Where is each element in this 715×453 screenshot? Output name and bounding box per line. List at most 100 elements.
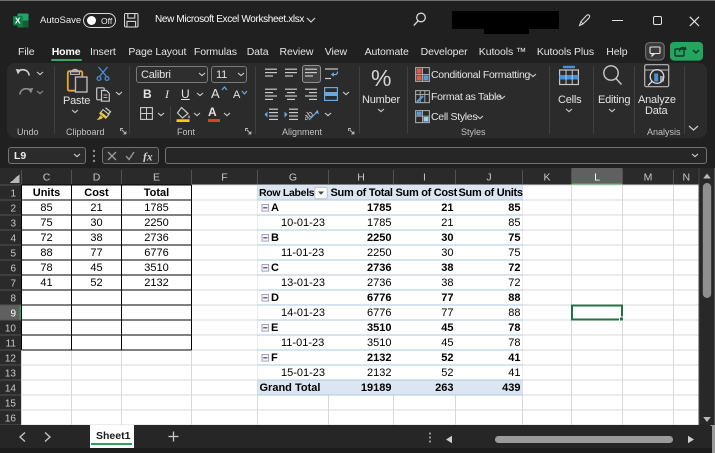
svg-text:L: L — [594, 172, 600, 184]
svg-text:10-01-23: 10-01-23 — [281, 217, 325, 229]
svg-text:85: 85 — [508, 217, 520, 229]
svg-text:88: 88 — [40, 247, 52, 259]
svg-text:1785: 1785 — [367, 202, 391, 214]
svg-text:2132: 2132 — [144, 277, 168, 289]
svg-text:78: 78 — [508, 337, 520, 349]
svg-text:78: 78 — [40, 262, 52, 274]
svg-text:Grand Total: Grand Total — [260, 382, 321, 394]
svg-text:38: 38 — [441, 277, 453, 289]
svg-text:2736: 2736 — [144, 232, 168, 244]
svg-text:E: E — [271, 322, 278, 334]
svg-text:41: 41 — [40, 277, 52, 289]
svg-text:41: 41 — [508, 367, 520, 379]
svg-text:1: 1 — [10, 188, 16, 199]
svg-text:H: H — [357, 172, 365, 184]
svg-text:77: 77 — [90, 247, 102, 259]
svg-text:72: 72 — [40, 232, 52, 244]
svg-text:77: 77 — [441, 292, 453, 304]
svg-text:6776: 6776 — [367, 292, 391, 304]
svg-text:D: D — [271, 292, 279, 304]
svg-text:1785: 1785 — [144, 202, 168, 214]
svg-text:J: J — [486, 172, 491, 184]
svg-text:16: 16 — [5, 413, 17, 424]
svg-text:72: 72 — [508, 262, 520, 274]
svg-text:D: D — [93, 172, 101, 184]
svg-text:2250: 2250 — [144, 217, 168, 229]
svg-text:fx: fx — [143, 151, 153, 162]
svg-text:30: 30 — [441, 247, 453, 259]
svg-text:78: 78 — [508, 322, 520, 334]
svg-text:Row Labels: Row Labels — [259, 187, 315, 199]
svg-text:1785: 1785 — [367, 217, 391, 229]
svg-text:G: G — [289, 172, 297, 184]
svg-text:15-01-23: 15-01-23 — [281, 367, 325, 379]
svg-text:30: 30 — [441, 232, 453, 244]
svg-text:10: 10 — [5, 323, 17, 334]
svg-text:K: K — [543, 172, 550, 184]
svg-text:I: I — [423, 172, 426, 184]
svg-text:4: 4 — [10, 233, 16, 244]
svg-text:Sum of Cost: Sum of Cost — [396, 187, 458, 199]
svg-text:3510: 3510 — [367, 337, 391, 349]
svg-text:88: 88 — [508, 307, 520, 319]
svg-text:77: 77 — [441, 307, 453, 319]
svg-text:2132: 2132 — [367, 367, 391, 379]
svg-text:52: 52 — [90, 277, 102, 289]
svg-text:3: 3 — [10, 218, 16, 229]
svg-text:14-01-23: 14-01-23 — [281, 307, 325, 319]
svg-text:C: C — [43, 172, 51, 184]
svg-text:3510: 3510 — [144, 262, 168, 274]
svg-text:38: 38 — [441, 262, 453, 274]
svg-text:12: 12 — [5, 353, 17, 364]
svg-text:6: 6 — [10, 263, 16, 274]
svg-text:75: 75 — [508, 232, 520, 244]
svg-text:6776: 6776 — [144, 247, 168, 259]
svg-text:2250: 2250 — [367, 247, 391, 259]
svg-text:45: 45 — [90, 262, 102, 274]
svg-text:Cost: Cost — [84, 187, 109, 199]
svg-text:30: 30 — [90, 217, 102, 229]
svg-text:6776: 6776 — [367, 307, 391, 319]
svg-text:52: 52 — [441, 352, 453, 364]
svg-text:11: 11 — [6, 338, 17, 349]
svg-text:13-01-23: 13-01-23 — [281, 277, 325, 289]
svg-text:13: 13 — [5, 368, 17, 379]
svg-text:263: 263 — [435, 382, 453, 394]
svg-text:2736: 2736 — [367, 262, 391, 274]
svg-text:85: 85 — [40, 202, 52, 214]
svg-text:M: M — [644, 172, 653, 184]
svg-text:B: B — [271, 232, 279, 244]
svg-text:C: C — [271, 262, 279, 274]
svg-text:F: F — [271, 352, 278, 364]
svg-text:9: 9 — [10, 308, 16, 319]
svg-text:21: 21 — [441, 202, 453, 214]
svg-text:45: 45 — [441, 337, 453, 349]
svg-text:2250: 2250 — [367, 232, 391, 244]
svg-text:8: 8 — [10, 293, 16, 304]
svg-text:F: F — [221, 172, 227, 184]
svg-text:38: 38 — [90, 232, 102, 244]
svg-text:11-01-23: 11-01-23 — [281, 247, 324, 259]
svg-text:2132: 2132 — [367, 352, 391, 364]
svg-text:Sum of Units: Sum of Units — [459, 187, 523, 199]
svg-text:Total: Total — [144, 187, 169, 199]
svg-text:21: 21 — [90, 202, 102, 214]
svg-text:A: A — [271, 202, 279, 214]
svg-text:3510: 3510 — [367, 322, 391, 334]
svg-text:75: 75 — [40, 217, 52, 229]
svg-text:21: 21 — [441, 217, 453, 229]
svg-text:88: 88 — [508, 292, 520, 304]
svg-text:72: 72 — [508, 277, 520, 289]
svg-text:45: 45 — [441, 322, 453, 334]
svg-text:7: 7 — [10, 278, 16, 289]
svg-text:N: N — [682, 172, 690, 184]
svg-text:41: 41 — [508, 352, 520, 364]
svg-text:439: 439 — [502, 382, 520, 394]
svg-text:5: 5 — [10, 248, 16, 259]
svg-text:19189: 19189 — [361, 382, 392, 394]
svg-text:11-01-23: 11-01-23 — [281, 337, 324, 349]
svg-text:75: 75 — [508, 247, 520, 259]
svg-text:2: 2 — [10, 203, 16, 214]
svg-text:15: 15 — [5, 398, 17, 409]
svg-text:14: 14 — [5, 383, 17, 394]
